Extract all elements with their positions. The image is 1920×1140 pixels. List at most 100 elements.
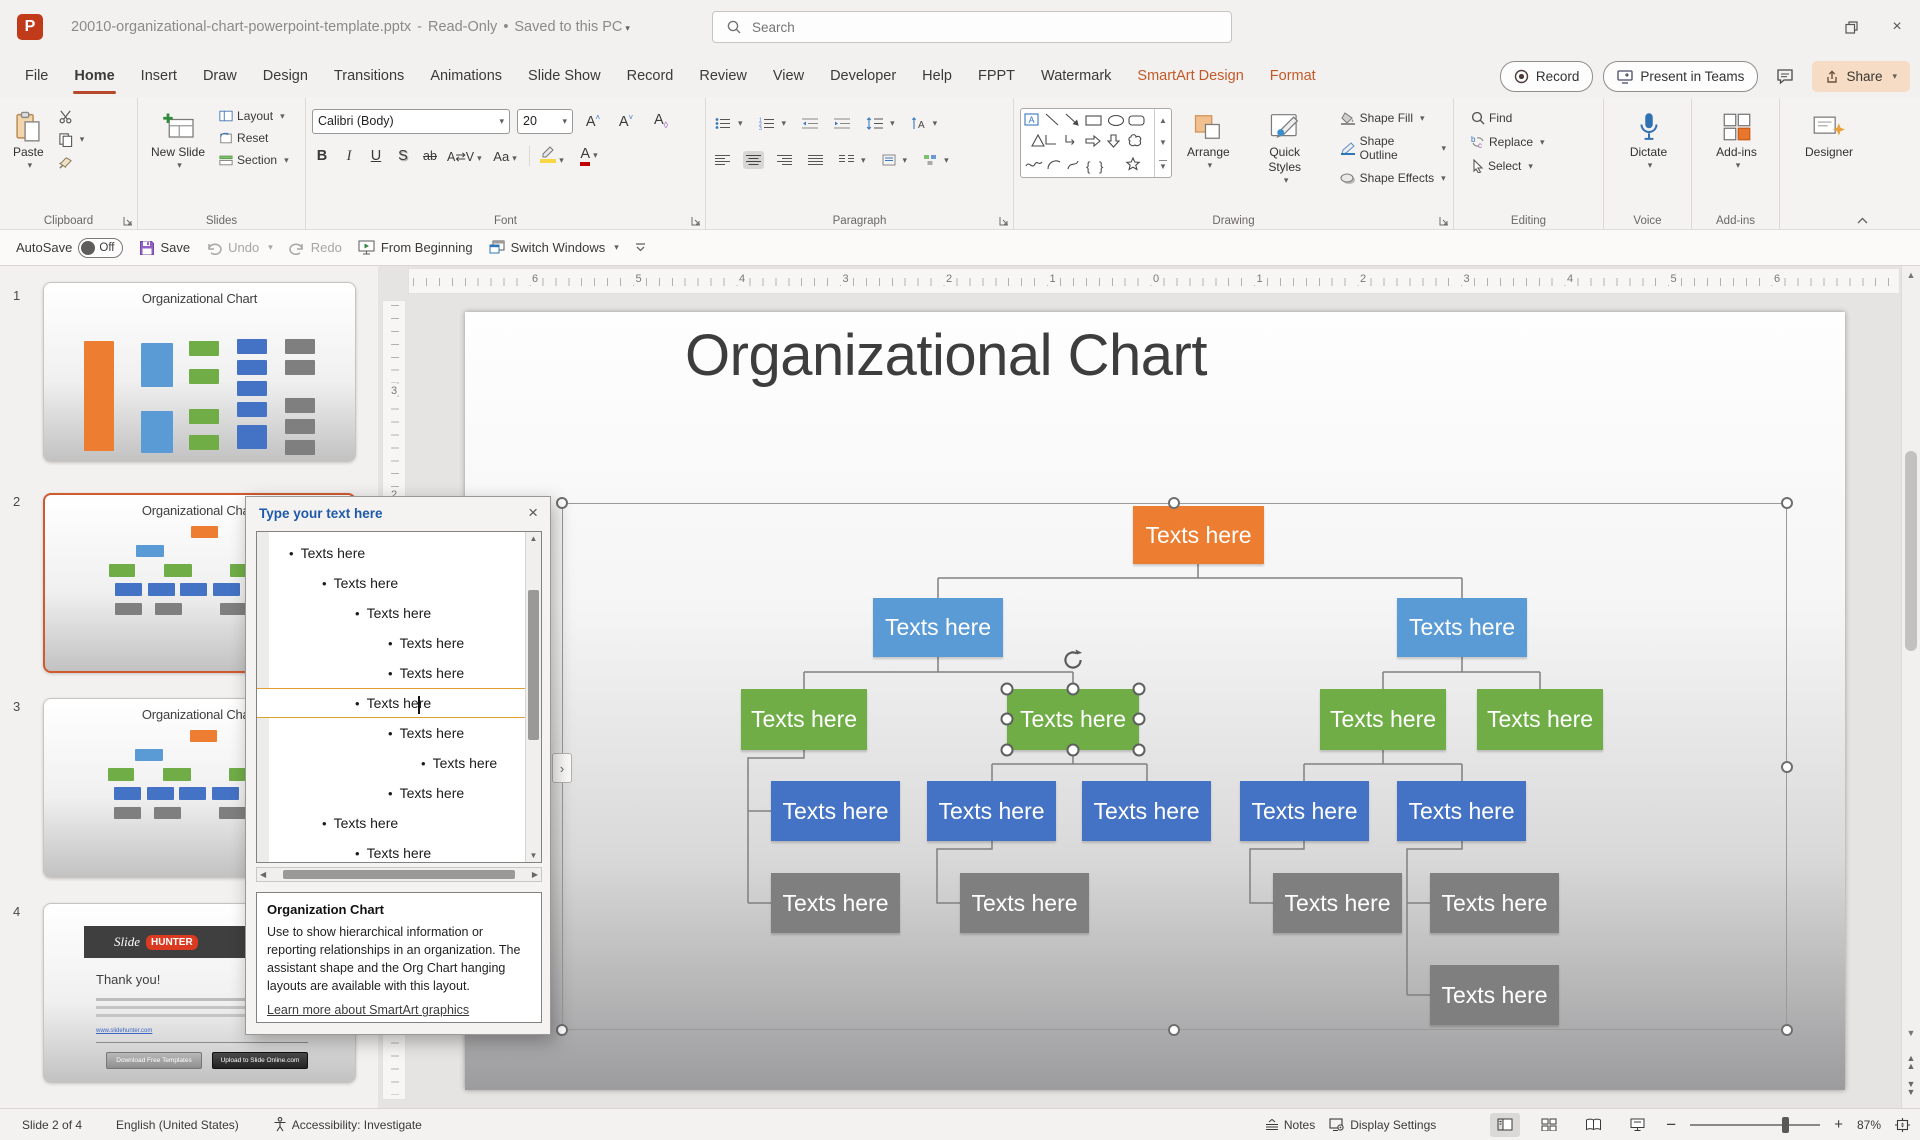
smartart-frame-handle[interactable]	[1781, 497, 1793, 509]
change-case-button[interactable]: Aa▾	[488, 149, 522, 164]
tab-record[interactable]: Record	[614, 54, 687, 98]
org-chart-box-gray[interactable]: Texts here	[1273, 873, 1402, 933]
text-pane-item[interactable]: •Texts here	[257, 778, 525, 808]
underline-button[interactable]: U	[366, 148, 386, 164]
org-chart-box-gray[interactable]: Texts here	[771, 873, 900, 933]
tab-help[interactable]: Help	[909, 54, 965, 98]
zoom-slider-thumb[interactable]	[1782, 1117, 1789, 1133]
download-templates-button[interactable]: Download Free Templates	[106, 1052, 202, 1069]
text-pane-item[interactable]: •Texts here	[257, 838, 525, 863]
text-pane-item[interactable]: •Texts here	[257, 748, 525, 778]
paragraph-dialog-launcher[interactable]	[999, 216, 1009, 226]
upload-slideonline-button[interactable]: Upload to Slide Online.com	[212, 1052, 308, 1069]
shape-outline-button[interactable]: Shape Outline▾	[1337, 133, 1449, 163]
zoom-out-button[interactable]: −	[1666, 1115, 1676, 1135]
tab-transitions[interactable]: Transitions	[321, 54, 417, 98]
smartart-frame-handle[interactable]	[1781, 1024, 1793, 1036]
strikethrough-button[interactable]: ab	[420, 149, 440, 163]
shapes-gallery-scroll[interactable]: ▲▼▼	[1154, 109, 1171, 177]
shape-effects-button[interactable]: Shape Effects▾	[1337, 170, 1449, 186]
tab-review[interactable]: Review	[686, 54, 760, 98]
switch-windows-button[interactable]: Switch Windows▾	[489, 240, 619, 255]
saved-status[interactable]: Saved to this PC	[514, 19, 622, 35]
smartart-frame-handle[interactable]	[1168, 497, 1180, 509]
org-chart-box-blue[interactable]: Texts here	[1397, 598, 1527, 657]
org-chart-box-dark_blue[interactable]: Texts here	[1082, 781, 1211, 841]
text-pane-item[interactable]: •Texts here	[257, 538, 525, 568]
tab-file[interactable]: File	[12, 54, 61, 98]
find-button[interactable]: Find	[1468, 110, 1599, 126]
align-text-button[interactable]: ▾	[879, 153, 911, 167]
text-pane-close-icon[interactable]: ×	[528, 503, 538, 523]
search-bar[interactable]	[712, 11, 1232, 43]
text-highlight-button[interactable]: ▾	[537, 146, 567, 167]
org-chart-box-gray[interactable]: Texts here	[1430, 873, 1559, 933]
tab-design[interactable]: Design	[250, 54, 321, 98]
convert-to-smartart-button[interactable]: ▾	[920, 153, 952, 167]
normal-view-button[interactable]	[1490, 1113, 1520, 1137]
replace-button[interactable]: bcReplace▾	[1468, 134, 1599, 150]
font-size-select[interactable]: 20▾	[517, 109, 573, 134]
drawing-dialog-launcher[interactable]	[1439, 216, 1449, 226]
columns-button[interactable]: ▾	[836, 153, 869, 167]
text-pane-hscrollbar[interactable]: ◀▶	[256, 867, 542, 882]
scroll-down-icon[interactable]: ▼	[1902, 1028, 1920, 1038]
notes-button[interactable]: Notes	[1265, 1118, 1315, 1132]
arrange-button[interactable]: Arrange▾	[1180, 104, 1237, 176]
tab-developer[interactable]: Developer	[817, 54, 909, 98]
bullets-button[interactable]: ▾	[712, 116, 746, 131]
reset-button[interactable]: Reset	[216, 130, 292, 146]
fit-slide-button[interactable]	[1895, 1118, 1910, 1132]
org-chart-box-orange[interactable]: Texts here	[1133, 506, 1264, 564]
redo-button[interactable]: Redo	[289, 240, 342, 255]
org-chart-box-dark_blue[interactable]: Texts here	[1240, 781, 1369, 841]
slide-canvas[interactable]: Organizational Chart Texts hereTexts her…	[465, 312, 1845, 1090]
increase-indent-button[interactable]	[831, 116, 853, 131]
align-center-button[interactable]	[743, 151, 764, 169]
italic-button[interactable]: I	[339, 148, 359, 165]
powerpoint-logo-icon[interactable]: P	[17, 14, 43, 40]
previous-slide-button[interactable]: ▲▲	[1902, 1054, 1920, 1070]
text-pane-item[interactable]: •Texts here	[257, 718, 525, 748]
from-beginning-button[interactable]: From Beginning	[358, 240, 473, 255]
decrease-font-size-button[interactable]: A˅	[613, 113, 639, 130]
bold-button[interactable]: B	[312, 148, 332, 164]
tab-view[interactable]: View	[760, 54, 817, 98]
shape-resize-handle[interactable]	[1067, 683, 1080, 696]
text-pane-item[interactable]: •Texts here	[257, 688, 525, 718]
copy-button[interactable]: ▾	[55, 131, 88, 148]
smartart-learn-more-link[interactable]: Learn more about SmartArt graphics	[267, 1002, 531, 1020]
increase-font-size-button[interactable]: A˄	[580, 113, 606, 130]
quick-styles-button[interactable]: Quick Styles▾	[1245, 104, 1325, 191]
save-button[interactable]: Save	[139, 240, 191, 256]
org-chart-box-gray[interactable]: Texts here	[960, 873, 1089, 933]
shape-resize-handle[interactable]	[1001, 683, 1014, 696]
text-pane-item[interactable]: •Texts here	[257, 658, 525, 688]
search-input[interactable]	[750, 19, 1150, 36]
reading-view-button[interactable]	[1578, 1113, 1608, 1137]
justify-button[interactable]	[805, 153, 826, 167]
qat-overflow-button[interactable]	[635, 243, 646, 252]
tab-slide-show[interactable]: Slide Show	[515, 54, 614, 98]
smartart-frame-handle[interactable]	[556, 497, 568, 509]
shadow-button[interactable]: S	[393, 148, 413, 164]
section-button[interactable]: Section▾	[216, 152, 292, 168]
org-chart-box-green[interactable]: Texts here	[1320, 689, 1446, 750]
tab-home[interactable]: Home	[61, 54, 127, 98]
org-chart-box-green[interactable]: Texts here	[741, 689, 867, 750]
share-button[interactable]: Share▾	[1812, 61, 1910, 92]
layout-button[interactable]: Layout▾	[216, 108, 292, 124]
slide-sorter-view-button[interactable]	[1534, 1113, 1564, 1137]
new-slide-button[interactable]: New Slide▾	[144, 104, 212, 176]
tab-smartart-design[interactable]: SmartArt Design	[1124, 54, 1256, 98]
tab-animations[interactable]: Animations	[417, 54, 515, 98]
text-direction-button[interactable]: A▾	[908, 116, 941, 131]
designer-button[interactable]: Designer	[1786, 104, 1872, 165]
collapse-ribbon-button[interactable]	[1857, 217, 1868, 224]
rotate-handle[interactable]	[1060, 647, 1086, 673]
align-left-button[interactable]	[712, 153, 733, 167]
smartart-selection-frame[interactable]	[562, 503, 1787, 1030]
shape-resize-handle[interactable]	[1001, 744, 1014, 757]
line-spacing-button[interactable]: ▾	[863, 116, 898, 131]
undo-button[interactable]: Undo▾	[206, 240, 273, 255]
